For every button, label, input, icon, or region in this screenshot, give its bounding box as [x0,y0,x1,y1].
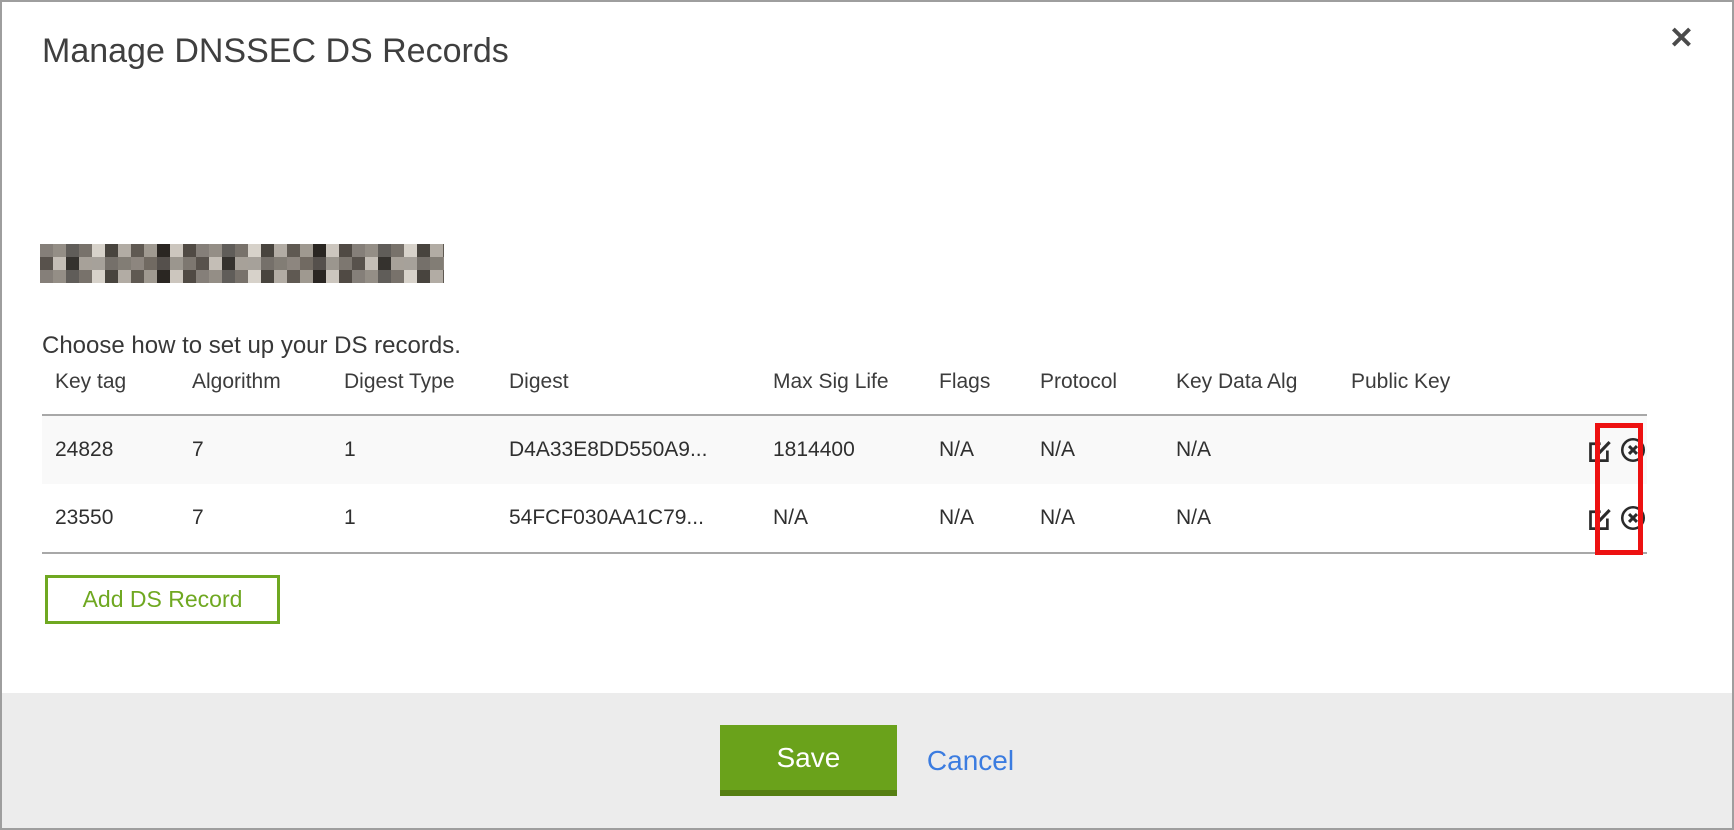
col-header-key-data-alg: Key Data Alg [1163,370,1338,415]
dialog-footer: Save Cancel [2,693,1732,828]
col-header-key-tag: Key tag [42,370,179,415]
col-header-actions [1551,370,1647,415]
col-header-public-key: Public Key [1338,370,1551,415]
cell-public-key [1338,484,1551,553]
cell-key-data-alg: N/A [1163,415,1338,484]
manage-dnssec-dialog: Manage DNSSEC DS Records ✕ Choose how to… [0,0,1734,830]
delete-icon[interactable] [1619,504,1647,532]
save-button[interactable]: Save [720,725,897,796]
close-icon[interactable]: ✕ [1669,24,1694,54]
cell-protocol: N/A [1027,484,1163,553]
delete-icon[interactable] [1619,436,1647,464]
cell-max-sig-life: N/A [760,484,926,553]
cell-digest: D4A33E8DD550A9... [496,415,760,484]
cell-digest: 54FCF030AA1C79... [496,484,760,553]
page-title: Manage DNSSEC DS Records [42,32,509,71]
cell-key-tag: 24828 [42,415,179,484]
col-header-protocol: Protocol [1027,370,1163,415]
col-header-max-sig-life: Max Sig Life [760,370,926,415]
col-header-flags: Flags [926,370,1027,415]
col-header-algorithm: Algorithm [179,370,331,415]
instruction-text: Choose how to set up your DS records. [42,332,461,360]
cell-algorithm: 7 [179,415,331,484]
cell-flags: N/A [926,484,1027,553]
col-header-digest: Digest [496,370,760,415]
redacted-domain-name [40,244,444,283]
cell-digest-type: 1 [331,415,496,484]
cell-algorithm: 7 [179,484,331,553]
cell-public-key [1338,415,1551,484]
ds-records-table: Key tag Algorithm Digest Type Digest Max… [42,370,1647,554]
cell-key-data-alg: N/A [1163,484,1338,553]
add-ds-record-button[interactable]: Add DS Record [45,575,280,624]
table-header-row: Key tag Algorithm Digest Type Digest Max… [42,370,1647,415]
cell-digest-type: 1 [331,484,496,553]
cell-protocol: N/A [1027,415,1163,484]
edit-icon[interactable] [1585,436,1613,464]
table-row: 23550 7 1 54FCF030AA1C79... N/A N/A N/A … [42,484,1647,553]
cancel-link[interactable]: Cancel [927,745,1014,777]
table-row: 24828 7 1 D4A33E8DD550A9... 1814400 N/A … [42,415,1647,484]
cell-flags: N/A [926,415,1027,484]
cell-max-sig-life: 1814400 [760,415,926,484]
col-header-digest-type: Digest Type [331,370,496,415]
edit-icon[interactable] [1585,504,1613,532]
cell-key-tag: 23550 [42,484,179,553]
